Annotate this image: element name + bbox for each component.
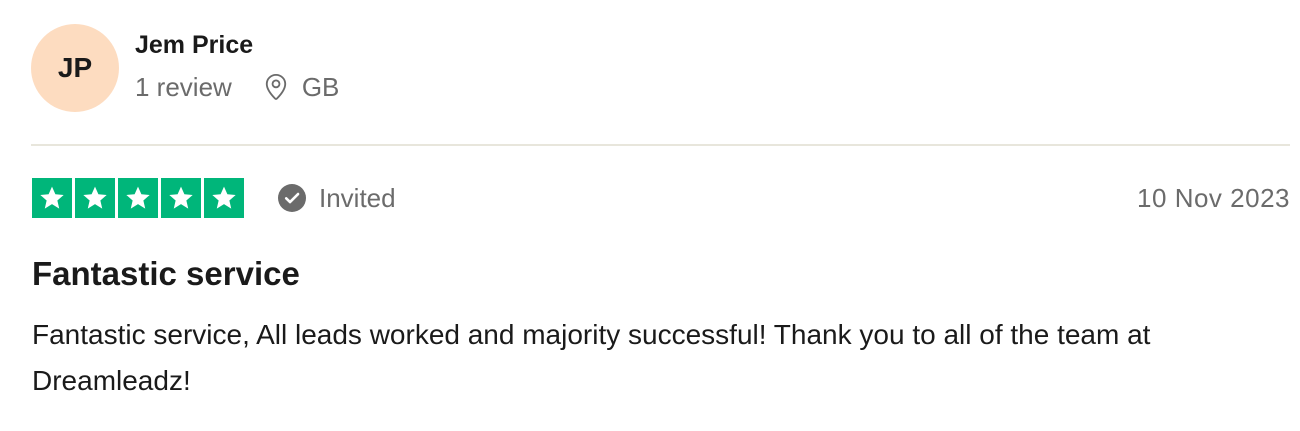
- check-circle-icon: [278, 184, 306, 212]
- review-date: 10 Nov 2023: [1137, 182, 1290, 213]
- review-count: 1 review: [135, 72, 232, 102]
- review-body: Fantastic service, All leads worked and …: [32, 319, 1151, 396]
- reviewer-header: JP Jem Price 1 review GB: [31, 24, 339, 112]
- review-title[interactable]: Fantastic service: [32, 254, 300, 294]
- divider: [31, 144, 1290, 146]
- rating-row: Invited 10 Nov 2023: [32, 178, 1290, 218]
- review-card: JP Jem Price 1 review GB Invited 10 Nov …: [0, 0, 1300, 431]
- star-icon: [32, 178, 72, 218]
- avatar[interactable]: JP: [31, 24, 119, 112]
- location-pin-icon: [265, 73, 286, 100]
- star-icon: [161, 178, 201, 218]
- reviewer-location: GB: [262, 71, 340, 103]
- avatar-initials: JP: [57, 52, 93, 83]
- star-rating: [32, 178, 244, 218]
- reviewer-name[interactable]: Jem Price: [135, 29, 339, 61]
- reviewer-meta: 1 review GB: [135, 71, 339, 103]
- reviewer-info: Jem Price 1 review GB: [135, 31, 339, 103]
- invited-badge[interactable]: Invited: [278, 183, 396, 214]
- star-icon: [118, 178, 158, 218]
- badge-label: Invited: [319, 182, 396, 213]
- reviewer-country: GB: [301, 72, 340, 102]
- star-icon: [204, 178, 244, 218]
- star-icon: [75, 178, 115, 218]
